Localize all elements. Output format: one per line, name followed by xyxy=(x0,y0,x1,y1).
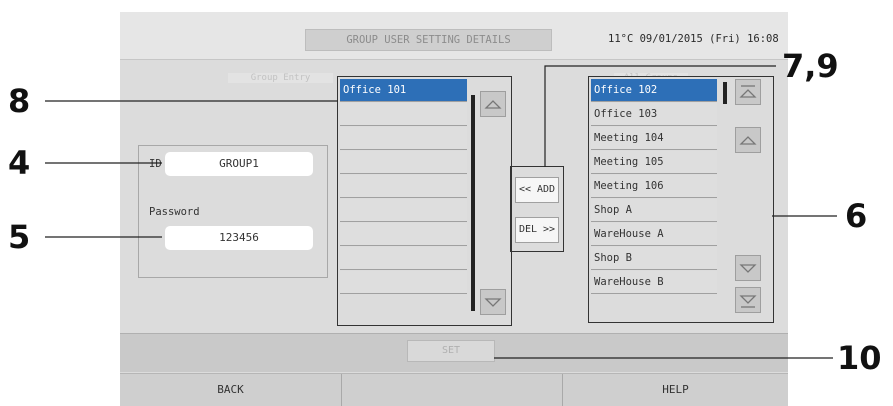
triangle-down-icon xyxy=(739,264,757,273)
transfer-buttons-frame: << ADD DEL >> xyxy=(510,166,564,252)
list-item[interactable]: Office 103 xyxy=(591,103,717,126)
callout-10: 10 xyxy=(837,339,882,377)
scroll-down-button[interactable] xyxy=(735,255,761,281)
all-groups-rows: Office 102 Office 103 Meeting 104 Meeting 1… xyxy=(591,79,717,295)
list-item[interactable]: Office 101 xyxy=(340,79,467,102)
status-readout: 11°C 09/01/2015 (Fri) 16:08 xyxy=(608,33,779,45)
scroll-down-button[interactable] xyxy=(480,289,506,315)
page-title: GROUP USER SETTING DETAILS xyxy=(305,29,552,51)
list-item[interactable] xyxy=(340,103,467,126)
screen: GROUP USER SETTING DETAILS 11°C 09/01/20… xyxy=(120,12,788,406)
all-groups-list: Office 102 Office 103 Meeting 104 Meeting 1… xyxy=(588,76,774,323)
id-label: ID xyxy=(149,158,162,170)
list-item[interactable] xyxy=(340,223,467,246)
list-item[interactable]: Office 102 xyxy=(591,79,717,102)
back-button[interactable]: BACK xyxy=(120,374,341,406)
list-item[interactable] xyxy=(340,247,467,270)
scroll-bottom-button[interactable] xyxy=(735,287,761,313)
group-entry-list: Office 101 xyxy=(337,76,512,326)
set-button[interactable]: SET xyxy=(407,340,495,362)
list-item[interactable] xyxy=(340,199,467,222)
footer-middle-button[interactable] xyxy=(342,374,562,406)
scroll-top-button[interactable] xyxy=(735,79,761,105)
list-item[interactable]: WareHouse A xyxy=(591,223,717,246)
list-item[interactable]: Meeting 106 xyxy=(591,175,717,198)
triangle-up-icon xyxy=(739,136,757,145)
scroll-up-button[interactable] xyxy=(480,91,506,117)
callout-8: 8 xyxy=(8,82,31,120)
group-entry-caption: Group Entry xyxy=(228,73,333,83)
callout-6: 6 xyxy=(845,197,868,235)
list-item[interactable] xyxy=(340,175,467,198)
list-item[interactable]: Meeting 104 xyxy=(591,127,717,150)
triangle-down-icon xyxy=(484,298,502,307)
all-groups-scrollbar[interactable] xyxy=(723,82,727,104)
list-item[interactable]: Meeting 105 xyxy=(591,151,717,174)
delete-button[interactable]: DEL >> xyxy=(515,217,559,243)
callout-5: 5 xyxy=(8,218,31,256)
triangle-up-icon xyxy=(484,100,502,109)
help-button[interactable]: HELP xyxy=(563,374,788,406)
scroll-up-button[interactable] xyxy=(735,127,761,153)
list-item[interactable] xyxy=(340,127,467,150)
group-entry-rows: Office 101 xyxy=(340,79,467,295)
id-field[interactable]: GROUP1 xyxy=(165,152,313,176)
callout-7-9: 7,9 xyxy=(782,47,839,85)
list-item[interactable]: Shop B xyxy=(591,247,717,270)
password-label: Password xyxy=(149,206,200,218)
header-bar: GROUP USER SETTING DETAILS 11°C 09/01/20… xyxy=(120,12,788,60)
add-button[interactable]: << ADD xyxy=(515,177,559,203)
scroll-to-top-icon xyxy=(739,85,757,98)
password-field[interactable]: 123456 xyxy=(165,226,313,250)
list-item[interactable]: Shop A xyxy=(591,199,717,222)
scroll-to-bottom-icon xyxy=(739,295,757,308)
list-item[interactable] xyxy=(340,271,467,294)
group-entry-scrollbar[interactable] xyxy=(471,95,475,311)
footer-bar: BACK HELP xyxy=(120,373,788,406)
list-item[interactable] xyxy=(340,151,467,174)
callout-4: 4 xyxy=(8,144,31,182)
list-item[interactable]: WareHouse B xyxy=(591,271,717,294)
